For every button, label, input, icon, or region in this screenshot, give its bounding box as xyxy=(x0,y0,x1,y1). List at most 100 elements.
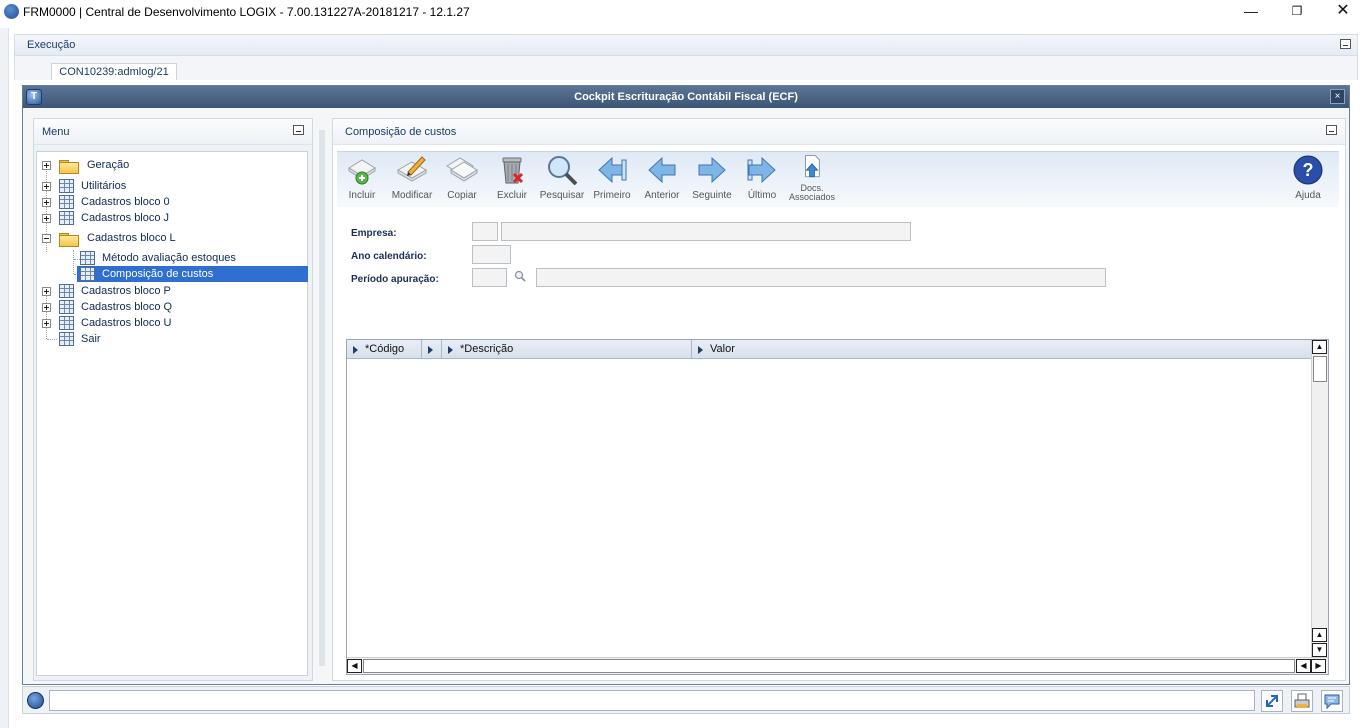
print-icon[interactable] xyxy=(1291,690,1313,712)
column-codigo[interactable]: *Código xyxy=(347,340,422,359)
column-descricao[interactable]: *Descrição xyxy=(442,340,692,359)
tree-item-label: Sair xyxy=(81,333,101,345)
pesquisar-label: Pesquisar xyxy=(539,190,585,201)
tree-item-cadastros-bloco-l[interactable]: Cadastros bloco L xyxy=(42,230,176,247)
collapse-minus-icon[interactable] xyxy=(42,233,51,243)
tree-item-cadastros-bloco-u[interactable]: Cadastros bloco U xyxy=(42,315,172,331)
pesquisar-button[interactable]: Pesquisar xyxy=(537,154,587,206)
primeiro-button[interactable]: Primeiro xyxy=(587,154,637,206)
toolbar: Incluir Modificar Copiar Excluir Pesquis… xyxy=(337,151,1339,207)
periodo-apuracao-label: Período apuração: xyxy=(351,274,439,285)
tree-item-label: Cadastros bloco 0 xyxy=(81,196,170,208)
panel-splitter[interactable] xyxy=(319,130,325,666)
expand-plus-icon[interactable] xyxy=(42,286,51,296)
tree-item-label: Geração xyxy=(87,159,130,171)
folder-open-icon xyxy=(59,231,79,247)
minimize-button[interactable]: — xyxy=(1228,0,1274,24)
left-collapse-strip[interactable] xyxy=(0,28,9,728)
expand-plus-icon[interactable] xyxy=(42,318,51,328)
grid-icon xyxy=(59,211,74,225)
tab-con10239[interactable]: CON10239:admlog/21 xyxy=(51,63,177,80)
app-logo-icon xyxy=(4,4,19,19)
expand-plus-icon[interactable] xyxy=(42,302,51,312)
execution-panel-header: Execução xyxy=(14,34,1358,56)
content-minimize-icon[interactable] xyxy=(1326,125,1337,135)
tree-item-label: Cadastros bloco J xyxy=(81,212,170,224)
primeiro-label: Primeiro xyxy=(593,190,631,201)
cockpit-title: Cockpit Escrituração Contábil Fiscal (EC… xyxy=(574,91,798,103)
expand-plus-icon[interactable] xyxy=(42,197,51,207)
scroll-left-small-icon[interactable]: ◀ xyxy=(1296,659,1311,673)
seguinte-button[interactable]: Seguinte xyxy=(687,154,737,206)
execution-tabstrip: CON10239:admlog/21 xyxy=(14,56,1358,80)
ultimo-button[interactable]: Último xyxy=(737,154,787,206)
tree-item-label: Utilitários xyxy=(81,180,127,192)
scroll-up-icon[interactable]: ▲ xyxy=(1312,340,1327,354)
expand-plus-icon[interactable] xyxy=(42,181,51,191)
menu-panel-header: Menu xyxy=(34,119,312,145)
tree-item-sair[interactable]: Sair xyxy=(59,331,101,347)
ajuda-button[interactable]: ? Ajuda xyxy=(1283,154,1333,206)
tree-item-label: Cadastros bloco Q xyxy=(81,301,173,313)
cockpit-close-button[interactable]: × xyxy=(1330,89,1345,104)
anterior-label: Anterior xyxy=(644,190,680,201)
last-record-icon xyxy=(747,156,776,184)
scroll-right-icon[interactable]: ▶ xyxy=(1311,659,1326,673)
execution-label: Execução xyxy=(27,39,76,51)
tree-item-metodo-avaliacao-estoques[interactable]: Método avaliação estoques xyxy=(80,250,236,266)
copy-icon xyxy=(446,157,478,182)
close-button[interactable]: ✕ xyxy=(1320,0,1366,24)
costs-grid: *Código *Descrição Valor ▲ ▲ ▼ ◀ ◀ ▶ xyxy=(346,339,1329,675)
periodo-code-field[interactable] xyxy=(472,268,507,287)
ano-calendario-field[interactable] xyxy=(472,245,511,264)
excluir-button[interactable]: Excluir xyxy=(487,154,537,206)
execution-minimize-icon[interactable] xyxy=(1340,39,1351,49)
grid-icon xyxy=(59,300,74,314)
excluir-label: Excluir xyxy=(496,190,527,201)
incluir-label: Incluir xyxy=(348,190,376,201)
tree-item-cadastros-bloco-0[interactable]: Cadastros bloco 0 xyxy=(42,194,170,210)
modificar-button[interactable]: Modificar xyxy=(387,154,437,206)
periodo-search-icon[interactable] xyxy=(514,270,526,282)
tree-item-cadastros-bloco-q[interactable]: Cadastros bloco Q xyxy=(42,299,172,315)
tree-item-utilitarios[interactable]: Utilitários xyxy=(42,178,126,194)
grid-icon xyxy=(59,332,74,346)
tree-item-label: Cadastros bloco L xyxy=(87,232,176,244)
grid-vertical-scrollbar[interactable]: ▲ ▲ ▼ xyxy=(1311,340,1328,658)
scroll-down-icon[interactable]: ▼ xyxy=(1312,643,1327,657)
horizontal-scroll-thumb[interactable] xyxy=(363,659,1295,673)
grid-icon xyxy=(59,179,74,193)
scroll-left-icon[interactable]: ◀ xyxy=(347,659,362,673)
copiar-button[interactable]: Copiar xyxy=(437,154,487,206)
docs-associados-label: Docs. Associados xyxy=(788,183,836,202)
empresa-code-field[interactable] xyxy=(472,222,498,241)
scroll-up-small-icon[interactable]: ▲ xyxy=(1312,628,1327,642)
vertical-scroll-thumb[interactable] xyxy=(1313,356,1327,382)
anterior-button[interactable]: Anterior xyxy=(637,154,687,206)
incluir-button[interactable]: Incluir xyxy=(337,154,387,206)
svg-text:?: ? xyxy=(1303,160,1314,180)
tree-item-cadastros-bloco-j[interactable]: Cadastros bloco J xyxy=(42,210,169,226)
grid-icon xyxy=(59,316,74,330)
tree-item-geracao[interactable]: Geração xyxy=(42,157,130,174)
expand-plus-icon[interactable] xyxy=(42,160,51,170)
empresa-name-field xyxy=(501,222,911,241)
seguinte-label: Seguinte xyxy=(692,190,732,201)
help-icon: ? xyxy=(1293,155,1323,185)
cockpit-title-bar: T Cockpit Escrituração Contábil Fiscal (… xyxy=(23,86,1349,108)
docs-associados-button[interactable]: Docs. Associados xyxy=(787,154,837,206)
chat-icon[interactable] xyxy=(1321,690,1343,712)
tree-item-composicao-de-custos[interactable]: Composição de custos xyxy=(77,266,308,282)
expand-plus-icon[interactable] xyxy=(42,213,51,223)
column-valor[interactable]: Valor xyxy=(692,340,1311,359)
menu-minimize-icon[interactable] xyxy=(293,125,304,135)
grid-icon xyxy=(80,267,95,281)
maximize-button[interactable]: ❐ xyxy=(1274,0,1320,24)
tree-item-label: Composição de custos xyxy=(102,268,214,280)
grid-horizontal-scrollbar[interactable]: ◀ ◀ ▶ xyxy=(347,657,1328,674)
add-document-icon xyxy=(348,159,376,185)
window-title-bar: FRM0000 | Central de Desenvolvimento LOG… xyxy=(0,0,1366,24)
tree-item-cadastros-bloco-p[interactable]: Cadastros bloco P xyxy=(42,283,171,299)
resize-icon[interactable] xyxy=(1261,690,1283,712)
cockpit-window: T Cockpit Escrituração Contábil Fiscal (… xyxy=(22,85,1350,685)
